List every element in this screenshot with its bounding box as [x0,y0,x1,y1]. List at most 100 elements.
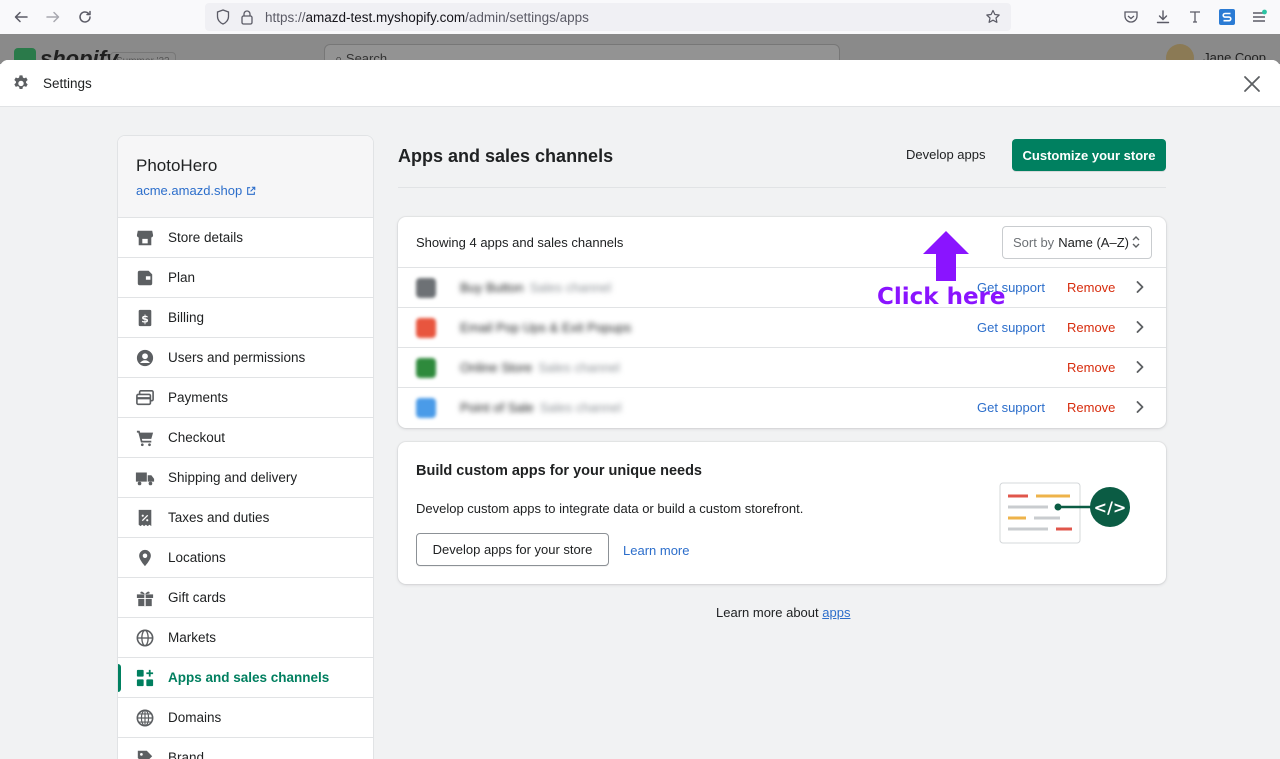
get-support-link[interactable]: Get support [977,320,1045,335]
close-icon[interactable] [1240,72,1264,96]
cart-icon [135,428,155,448]
apps-help-link[interactable]: apps [822,605,850,620]
apps-list-header: Showing 4 apps and sales channels Sort b… [398,217,1166,268]
app-row[interactable]: Email Pop Ups & Exit Popups Get support Re… [398,308,1166,348]
sidebar-item-label: Store details [168,230,244,245]
app-name-text: Point of Sale [460,400,534,415]
get-support-link[interactable]: Get support [977,400,1045,415]
apps-list-card: Showing 4 apps and sales channels Sort b… [398,217,1166,428]
browser-nav [6,2,100,32]
store-domain-link[interactable]: acme.amazd.shop [136,183,355,198]
browser-toolbar: https://amazd-test.myshopify.com/admin/s… [0,0,1280,34]
sidebar-item-plan[interactable]: Plan [118,258,373,298]
sidebar-item-label: Payments [168,390,229,405]
app-name-text: Buy Button [460,280,524,295]
app-row[interactable]: Point of Sale Sales channel Get support Rem… [398,388,1166,428]
external-link-icon [247,186,256,195]
app-row[interactable]: Online Store Sales channel Remove [398,348,1166,388]
sidebar-item-billing[interactable]: $ Billing [118,298,373,338]
sidebar-item-label: Checkout [168,430,226,445]
chevron-right-icon[interactable] [1133,399,1147,415]
chevron-right-icon[interactable] [1133,319,1147,335]
truck-icon [135,468,155,488]
app-icon [416,278,436,298]
app-icon [416,398,436,418]
sidebar-item-payments[interactable]: Payments [118,378,373,418]
sidebar-item-label: Brand [168,750,205,759]
sidebar-item-locations[interactable]: Locations [118,538,373,578]
sidebar-item-domains[interactable]: Domains [118,698,373,738]
settings-title: Settings [43,75,92,91]
remove-app-link[interactable]: Remove [1067,280,1115,295]
svg-text:$: $ [141,312,149,325]
gear-icon [12,74,30,92]
plan-icon [135,268,155,288]
sidebar-item-apps-and-sales-channels[interactable]: Apps and sales channels [118,658,373,698]
sidebar-item-checkout[interactable]: Checkout [118,418,373,458]
app-row[interactable]: Buy Button Sales channel Get support Remove [398,268,1166,308]
settings-modal: Settings PhotoHero acme.amazd.shop Store… [0,60,1280,759]
custom-apps-illustration: </> [999,482,1130,544]
remove-app-link[interactable]: Remove [1067,400,1115,415]
app-type: Sales channel [539,400,622,415]
sidebar-item-brand[interactable]: Brand [118,738,373,759]
sidebar-item-store-details[interactable]: Store details [118,218,373,258]
store-domain-text: acme.amazd.shop [136,183,243,198]
annotation-text: Click here [877,284,1006,310]
forward-arrow-icon[interactable] [38,2,68,32]
sidebar-item-taxes-and-duties[interactable]: Taxes and duties [118,498,373,538]
header-divider [398,187,1166,188]
reload-icon[interactable] [70,2,100,32]
sort-value: Name (A–Z) [1058,235,1129,250]
pocket-icon[interactable] [1120,4,1142,30]
sidebar-item-label: Billing [168,310,205,325]
sidebar-item-markets[interactable]: Markets [118,618,373,658]
download-icon[interactable] [1152,4,1174,30]
sidebar-item-label: Users and permissions [168,350,306,365]
apps-count-text: Showing 4 apps and sales channels [416,234,624,250]
app-type: Sales channel [538,360,620,375]
shield-icon[interactable] [213,7,233,27]
settings-sidebar: PhotoHero acme.amazd.shop Store details P… [117,135,374,759]
app-name: Point of Sale Sales channel [460,400,621,415]
brand-icon [135,748,155,759]
sidebar-item-label: Markets [168,630,217,645]
page-title: Apps and sales channels [398,146,614,166]
menu-icon[interactable] [1248,4,1270,30]
lock-icon[interactable] [237,7,257,27]
annotation-arrow-icon [923,231,969,281]
sort-select[interactable]: Sort by Name (A–Z) [1002,226,1152,259]
develop-apps-button[interactable]: Develop apps [906,147,986,162]
custom-apps-card: Build custom apps for your unique needs … [398,442,1166,584]
url-prefix: https:// [265,9,306,25]
custom-apps-title: Build custom apps for your unique needs [416,463,702,479]
sidebar-item-shipping-and-delivery[interactable]: Shipping and delivery [118,458,373,498]
customize-store-button[interactable]: Customize your store [1012,139,1166,171]
tax-icon [135,508,155,528]
svg-text:</>: </> [1094,498,1127,517]
chevron-right-icon[interactable] [1133,279,1147,295]
sidebar-item-gift-cards[interactable]: Gift cards [118,578,373,618]
sidebar-item-label: Domains [168,710,222,725]
app-name: Online Store Sales channel [460,360,620,375]
apps-list: Buy Button Sales channel Get support Remove… [398,268,1166,428]
app-icon [416,318,436,338]
text-extension-icon[interactable] [1184,4,1206,30]
develop-apps-for-store-button[interactable]: Develop apps for your store [416,533,609,566]
app-name-text: Online Store [460,360,533,375]
sidebar-item-label: Locations [168,550,226,565]
url-bar[interactable]: https://amazd-test.myshopify.com/admin/s… [205,3,1011,31]
remove-app-link[interactable]: Remove [1067,360,1115,375]
app-name: Buy Button Sales channel [460,280,611,295]
bookmark-star-icon[interactable] [983,7,1003,27]
learn-more-link[interactable]: Learn more [623,543,689,558]
chevron-right-icon[interactable] [1133,359,1147,375]
sidebar-item-label: Taxes and duties [168,510,270,525]
sidebar-item-users-and-permissions[interactable]: Users and permissions [118,338,373,378]
sidebar-item-label: Shipping and delivery [168,470,298,485]
back-arrow-icon[interactable] [6,2,36,32]
store-name: PhotoHero [136,156,218,175]
extension-s-icon[interactable] [1216,4,1238,30]
remove-app-link[interactable]: Remove [1067,320,1115,335]
settings-nav: Store details Plan $ Billing Users and permi… [118,218,373,759]
